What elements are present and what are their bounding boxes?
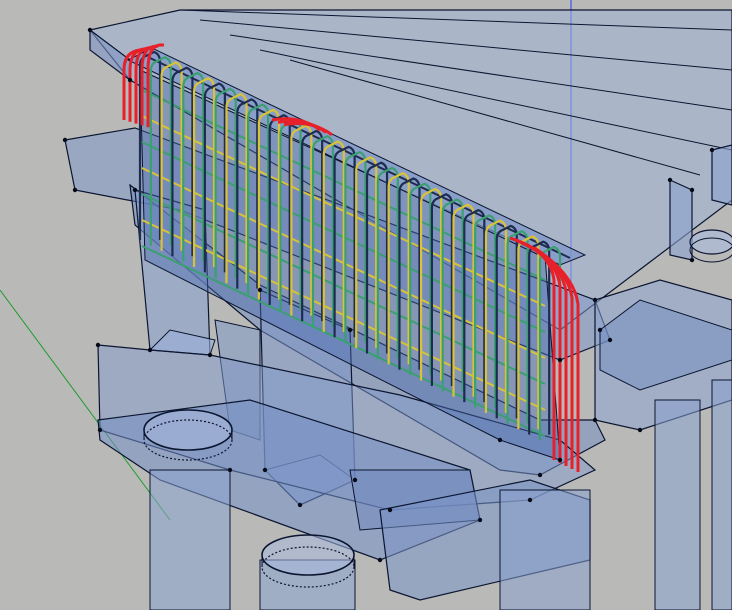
vertex-point xyxy=(592,417,598,423)
vertex-point xyxy=(597,327,603,333)
vertex-point xyxy=(262,467,268,473)
vertex-point xyxy=(87,27,93,33)
vertex-point xyxy=(667,177,673,183)
model-canvas[interactable] xyxy=(0,0,732,610)
vertex-point xyxy=(537,472,543,478)
vertex-point xyxy=(607,337,613,343)
vertex-point xyxy=(637,427,643,433)
vertex-point xyxy=(95,342,101,348)
vertex-point xyxy=(557,457,563,463)
vertex-point xyxy=(689,257,695,263)
vertex-point xyxy=(297,502,303,508)
vertex-point xyxy=(257,287,263,293)
vertex-point xyxy=(127,77,133,83)
vertex-point xyxy=(132,187,138,193)
vertex-point xyxy=(147,347,153,353)
vertex-point xyxy=(62,137,68,143)
vertex-point xyxy=(387,507,393,513)
vertex-point xyxy=(227,467,233,473)
vertex-point xyxy=(497,437,503,443)
vertex-point xyxy=(207,352,213,358)
vertex-point xyxy=(97,427,103,433)
vertex-point xyxy=(72,187,78,193)
vertex-point xyxy=(689,187,695,193)
vertex-point xyxy=(592,297,598,303)
vertex-point xyxy=(352,477,358,483)
vertex-point xyxy=(377,557,383,563)
vertex-point xyxy=(477,517,483,523)
vertex-point xyxy=(347,327,353,333)
vertex-point xyxy=(709,147,715,153)
3d-model-viewport[interactable] xyxy=(0,0,732,610)
vertex-point xyxy=(557,357,563,363)
vertex-point xyxy=(527,497,533,503)
